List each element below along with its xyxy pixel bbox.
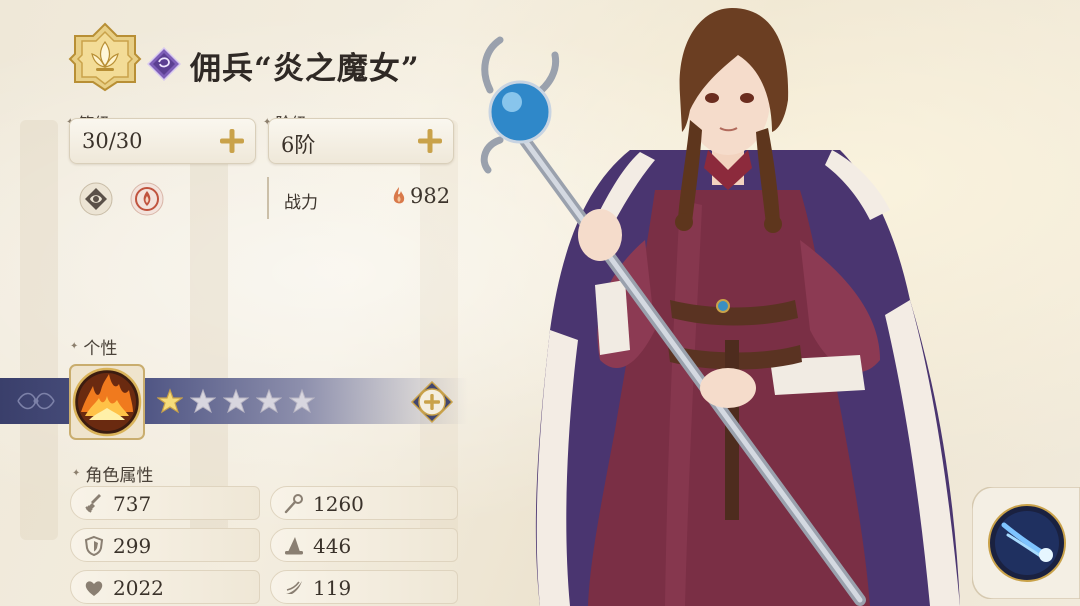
shield-icon bbox=[84, 535, 104, 557]
fire-burst-icon[interactable] bbox=[69, 364, 145, 440]
star-empty-icon bbox=[190, 388, 216, 414]
diamond-bullet-icon: ✦ bbox=[72, 468, 81, 479]
rank-value: 6阶 bbox=[281, 133, 316, 157]
attribute-magic-defense: 446 bbox=[270, 528, 458, 562]
background-pillar bbox=[190, 120, 228, 540]
earth-element-icon[interactable] bbox=[79, 182, 113, 216]
health-value: 2022 bbox=[113, 576, 164, 600]
level-box: 30/30 bbox=[69, 118, 256, 164]
attribute-speed: 119 bbox=[270, 570, 458, 604]
attributes-label: ✦ 角色属性 bbox=[72, 461, 153, 486]
background-pillar bbox=[20, 120, 58, 540]
rank-box: 6阶 bbox=[268, 118, 454, 164]
wing-icon bbox=[286, 581, 302, 594]
sword-icon bbox=[85, 494, 101, 513]
diamond-bullet-icon: ✦ bbox=[70, 341, 79, 352]
personality-label-text: 个性 bbox=[83, 339, 118, 359]
speed-value: 119 bbox=[313, 576, 352, 600]
magic-attack-value: 1260 bbox=[313, 492, 364, 516]
comet-skill-icon[interactable] bbox=[972, 487, 1080, 599]
heart-icon bbox=[85, 581, 103, 596]
star-empty-icon bbox=[256, 388, 282, 414]
character-title: 佣兵“炎之魔女” bbox=[190, 51, 420, 87]
purple-rune-class-icon[interactable] bbox=[147, 47, 181, 81]
star-empty-icon bbox=[223, 388, 249, 414]
golden-lotus-emblem-icon[interactable] bbox=[68, 22, 142, 92]
wizard-hat-icon bbox=[285, 537, 303, 555]
attribute-attack: 737 bbox=[70, 486, 260, 520]
fire-element-icon[interactable] bbox=[130, 182, 164, 216]
attribute-defense: 299 bbox=[70, 528, 260, 562]
attributes-label-text: 角色属性 bbox=[85, 466, 154, 486]
attack-value: 737 bbox=[113, 492, 152, 516]
attribute-health: 2022 bbox=[70, 570, 260, 604]
ornament-icon bbox=[17, 392, 55, 410]
flame-icon bbox=[393, 187, 405, 204]
power-label: 战力 bbox=[284, 193, 318, 213]
staff-icon bbox=[284, 494, 303, 514]
character-portrait bbox=[480, 8, 960, 606]
personality-label: ✦ 个性 bbox=[70, 334, 117, 359]
star-empty-icon bbox=[289, 388, 315, 414]
defense-value: 299 bbox=[113, 534, 152, 558]
star-rating bbox=[157, 388, 315, 414]
attribute-magic-attack: 1260 bbox=[270, 486, 458, 520]
magic-defense-value: 446 bbox=[313, 534, 352, 558]
level-value: 30/30 bbox=[82, 129, 143, 153]
level-up-plus-icon[interactable] bbox=[217, 126, 247, 156]
divider bbox=[267, 177, 269, 219]
star-filled-icon bbox=[157, 388, 183, 414]
